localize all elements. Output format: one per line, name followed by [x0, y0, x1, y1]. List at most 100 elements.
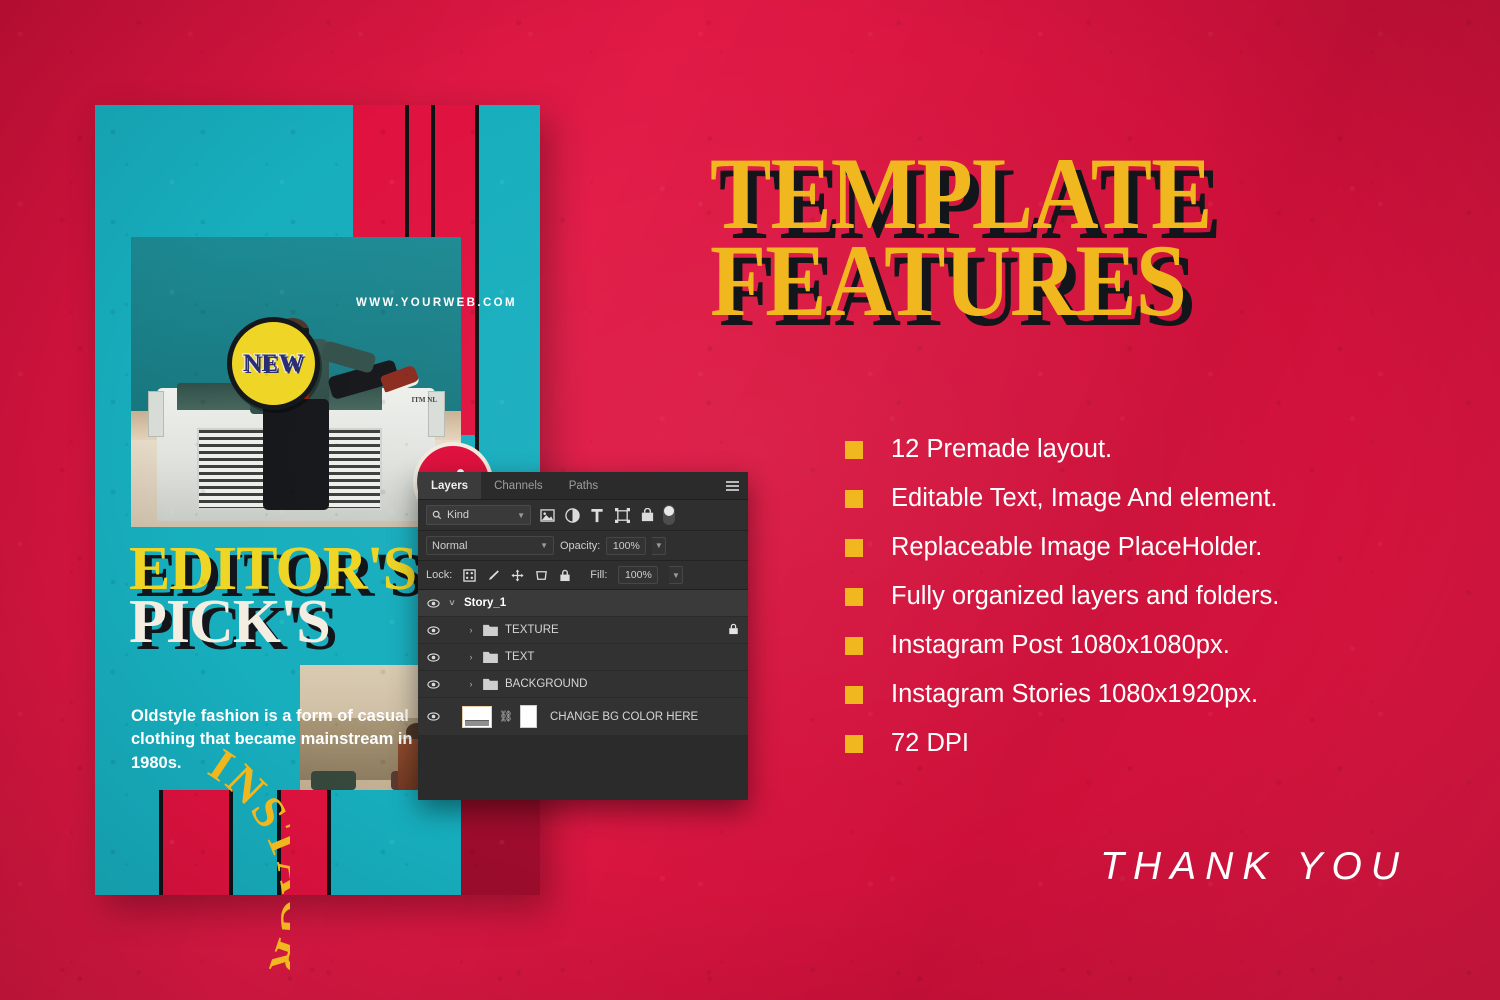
- opacity-value[interactable]: 100%: [606, 536, 647, 555]
- feature-item: 72 DPI: [845, 719, 1279, 768]
- lock-row: Lock: Fill: 100% ▼: [418, 561, 748, 590]
- page-title: TEMPLATE FEATURES: [710, 141, 1212, 332]
- photoshop-layers-panel[interactable]: Layers Channels Paths Kind ▼ Normal ▼ Op…: [418, 472, 748, 800]
- filter-kind-label: Kind: [447, 509, 470, 521]
- layer-row-story-1[interactable]: ˅ Story_1: [418, 590, 748, 617]
- bullet-square-icon: [845, 734, 863, 753]
- bottom-stripe-teal-3: [331, 790, 461, 895]
- opacity-label: Opacity:: [560, 539, 601, 552]
- folder-icon: [483, 651, 498, 663]
- chevron-down-icon: ▼: [540, 541, 548, 550]
- layers-list: ˅ Story_1 › TEXTURE › TEXT › BACKGROUND …: [418, 590, 748, 736]
- story-web-url: WWW.YOURWEB.COM: [356, 297, 517, 309]
- lock-all-icon[interactable]: [559, 569, 571, 582]
- fill-label: Fill:: [590, 569, 608, 581]
- features-list: 12 Premade layout. Editable Text, Image …: [845, 425, 1279, 768]
- chevron-right-icon[interactable]: ›: [466, 679, 476, 689]
- feature-item: Fully organized layers and folders.: [845, 572, 1279, 621]
- story-headline-line2: PICK'S: [129, 588, 331, 657]
- feature-label: Fully organized layers and folders.: [891, 582, 1280, 610]
- feature-label: Replaceable Image PlaceHolder.: [891, 533, 1263, 561]
- story-stripe-teal-1: [479, 105, 540, 435]
- tab-layers[interactable]: Layers: [418, 472, 482, 499]
- layer-locked-icon: [728, 623, 739, 638]
- layer-row-change-bg-color[interactable]: ⛓ CHANGE BG COLOR HERE: [418, 698, 748, 736]
- blend-mode-row: Normal ▼ Opacity: 100% ▼: [418, 531, 748, 561]
- new-badge: NEW: [227, 317, 320, 410]
- type-filter-icon[interactable]: [588, 506, 606, 524]
- layer-row-text[interactable]: › TEXT: [418, 644, 748, 671]
- feature-item: 12 Premade layout.: [845, 425, 1279, 474]
- smart-object-filter-icon[interactable]: [638, 506, 656, 524]
- new-badge-label: NEW: [242, 348, 305, 378]
- filter-row: Kind ▼: [418, 500, 748, 531]
- visibility-eye-icon[interactable]: [427, 598, 440, 608]
- lock-image-icon[interactable]: [487, 569, 500, 582]
- bullet-square-icon: [845, 440, 863, 459]
- chevron-right-icon[interactable]: ›: [466, 652, 476, 662]
- layer-row-texture[interactable]: › TEXTURE: [418, 617, 748, 644]
- bottom-stripe-shadow: [461, 790, 540, 895]
- layer-mask-thumbnail[interactable]: [519, 705, 537, 728]
- story-headline: EDITOR'S PICK'S: [129, 538, 417, 657]
- layer-name: BACKGROUND: [505, 678, 588, 690]
- feature-label: Instagram Stories 1080x1920px.: [891, 680, 1259, 708]
- lock-label: Lock:: [426, 569, 453, 581]
- fill-value[interactable]: 100%: [618, 566, 659, 584]
- filter-kind-select[interactable]: Kind ▼: [426, 505, 531, 525]
- chevron-down-icon: ▼: [517, 510, 525, 520]
- layer-thumbnail[interactable]: [462, 705, 492, 728]
- layer-name: TEXT: [505, 651, 535, 663]
- chevron-down-icon[interactable]: ˅: [447, 598, 457, 608]
- chevron-right-icon[interactable]: ›: [466, 625, 476, 635]
- opacity-stepper[interactable]: ▼: [652, 536, 667, 555]
- visibility-eye-icon[interactable]: [427, 652, 440, 662]
- visibility-eye-icon[interactable]: [427, 679, 440, 689]
- bullet-square-icon: [845, 685, 863, 704]
- bullet-square-icon: [845, 636, 863, 655]
- feature-item: Replaceable Image PlaceHolder.: [845, 523, 1279, 572]
- instagram-arc-text: INSTAGRAM: [0, 735, 290, 984]
- bullet-square-icon: [845, 587, 863, 606]
- layer-row-background[interactable]: › BACKGROUND: [418, 671, 748, 698]
- feature-label: 12 Premade layout.: [891, 435, 1113, 463]
- shape-filter-icon[interactable]: [613, 506, 631, 524]
- blend-mode-select[interactable]: Normal ▼: [426, 536, 554, 555]
- instagram-arc-label: INSTAGRAM: [0, 735, 290, 984]
- bullet-square-icon: [845, 489, 863, 508]
- filter-toggle-switch[interactable]: [663, 505, 675, 525]
- photo-man-legs: [263, 399, 329, 510]
- feature-label: 72 DPI: [891, 729, 969, 757]
- title-line-2: FEATURES: [710, 223, 1187, 338]
- feature-item: Editable Text, Image And element.: [845, 474, 1279, 523]
- layer-name: Story_1: [464, 597, 507, 609]
- lock-transparency-icon[interactable]: [463, 568, 477, 582]
- feature-label: Instagram Post 1080x1080px.: [891, 631, 1230, 659]
- folder-icon: [483, 624, 498, 636]
- visibility-eye-icon[interactable]: [427, 712, 440, 721]
- feature-item: Instagram Stories 1080x1920px.: [845, 670, 1279, 719]
- link-mask-icon[interactable]: ⛓: [499, 710, 513, 723]
- tab-paths[interactable]: Paths: [556, 472, 611, 499]
- search-icon: [432, 510, 442, 520]
- bullet-square-icon: [845, 538, 863, 557]
- feature-item: Instagram Post 1080x1080px.: [845, 621, 1279, 670]
- photo-truck-label: ITM NL: [411, 395, 437, 404]
- thank-you-text: THANK YOU: [1100, 845, 1408, 888]
- tab-channels[interactable]: Channels: [481, 472, 556, 499]
- lock-position-icon[interactable]: [511, 568, 524, 582]
- layer-name: CHANGE BG COLOR HERE: [549, 710, 699, 723]
- panel-tab-bar: Layers Channels Paths: [418, 472, 748, 500]
- adjustment-filter-icon[interactable]: [563, 506, 581, 524]
- panel-footer: [418, 736, 748, 798]
- lock-artboard-icon[interactable]: [535, 569, 548, 582]
- folder-icon: [483, 678, 498, 690]
- panel-menu-icon[interactable]: [726, 481, 739, 493]
- blend-mode-value: Normal: [432, 539, 468, 552]
- fill-stepper[interactable]: ▼: [669, 566, 684, 584]
- visibility-eye-icon[interactable]: [427, 625, 440, 635]
- feature-label: Editable Text, Image And element.: [891, 484, 1278, 512]
- layer-name: TEXTURE: [505, 624, 559, 636]
- image-filter-icon[interactable]: [538, 506, 556, 524]
- photo-truck-mirror-left: [147, 390, 164, 438]
